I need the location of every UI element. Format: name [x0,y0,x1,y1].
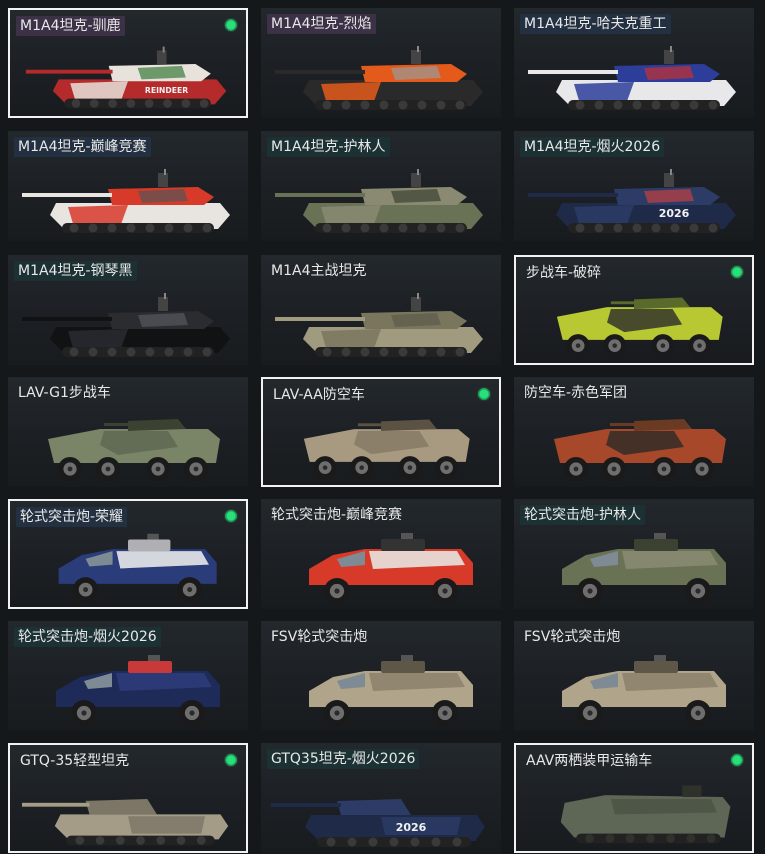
vehicle-skin-card[interactable]: M1A4坦克-烈焰 [261,8,501,118]
vehicle-skin-name: M1A4坦克-哈夫克重工 [520,14,671,34]
vehicle-skin-name: LAV-AA防空车 [273,387,365,403]
vehicle-skin-card[interactable]: 轮式突击炮-巅峰竞赛 [261,499,501,609]
vehicle-skin-card[interactable]: 步战车-破碎 [514,255,754,365]
vehicle-skin-card[interactable]: 轮式突击炮-荣耀 [8,499,248,609]
vehicle-skin-card[interactable]: M1A4坦克-哈夫克重工 [514,8,754,118]
vehicle-skin-card[interactable]: FSV轮式突击炮 [261,621,501,731]
vehicle-decal-text: 2026 [396,821,427,834]
vehicle-skin-name: FSV轮式突击炮 [524,629,621,645]
vehicle-skin-card[interactable]: LAV-G1步战车 [8,377,248,487]
vehicle-skin-name: GTQ-35轻型坦克 [20,753,130,769]
vehicle-skin-name: LAV-G1步战车 [18,385,111,401]
vehicle-skin-card[interactable]: M1A4坦克-钢琴黑 [8,255,248,365]
vehicle-skin-card[interactable]: 2026 GTQ35坦克-烟火2026 [261,743,501,853]
vehicle-skin-card[interactable]: LAV-AA防空车 [261,377,501,487]
vehicle-skin-name: M1A4坦克-钢琴黑 [14,261,137,281]
vehicle-skin-name: 轮式突击炮-烟火2026 [14,627,161,647]
vehicle-decal-text: REINDEER [145,86,188,95]
vehicle-skin-name: 轮式突击炮-荣耀 [16,507,128,527]
owned-indicator-icon [224,753,238,767]
vehicle-skin-name: M1A4坦克-烟火2026 [520,137,665,157]
vehicle-skin-name: FSV轮式突击炮 [271,629,368,645]
vehicle-skin-name: 轮式突击炮-护林人 [520,505,646,525]
owned-indicator-icon [730,265,744,279]
vehicle-skin-card[interactable]: GTQ-35轻型坦克 [8,743,248,853]
vehicle-skin-card[interactable]: AAV两栖装甲运输车 [514,743,754,853]
vehicle-skin-name: 轮式突击炮-巅峰竞赛 [271,507,403,523]
vehicle-skin-name: M1A4坦克-护林人 [267,137,390,157]
vehicle-skin-name: M1A4主战坦克 [271,263,367,279]
vehicle-skin-name: AAV两栖装甲运输车 [526,753,653,769]
owned-indicator-icon [730,753,744,767]
vehicle-skin-name: GTQ35坦克-烟火2026 [267,749,420,769]
vehicle-skin-name: 步战车-破碎 [526,265,602,281]
vehicle-skin-name: 防空车-赤色军团 [524,385,628,401]
owned-indicator-icon [477,387,491,401]
vehicle-skin-card[interactable]: 防空车-赤色军团 [514,377,754,487]
vehicle-skin-name: M1A4坦克-驯鹿 [16,16,125,36]
vehicle-decal-text: 2026 [659,207,690,220]
vehicle-skin-name: M1A4坦克-巅峰竞赛 [14,137,151,157]
vehicle-skin-grid: REINDEER M1A4坦克-驯鹿 M1A4坦克-烈焰 M1A4坦克-哈夫克重工 M1… [0,0,765,854]
vehicle-skin-name: M1A4坦克-烈焰 [267,14,376,34]
vehicle-skin-card[interactable]: 轮式突击炮-烟火2026 [8,621,248,731]
vehicle-skin-card[interactable]: M1A4坦克-护林人 [261,131,501,241]
vehicle-skin-card[interactable]: FSV轮式突击炮 [514,621,754,731]
vehicle-skin-card[interactable]: REINDEER M1A4坦克-驯鹿 [8,8,248,118]
vehicle-skin-card[interactable]: M1A4主战坦克 [261,255,501,365]
vehicle-skin-card[interactable]: 2026 M1A4坦克-烟火2026 [514,131,754,241]
owned-indicator-icon [224,18,238,32]
vehicle-skin-card[interactable]: M1A4坦克-巅峰竞赛 [8,131,248,241]
vehicle-skin-card[interactable]: 轮式突击炮-护林人 [514,499,754,609]
owned-indicator-icon [224,509,238,523]
